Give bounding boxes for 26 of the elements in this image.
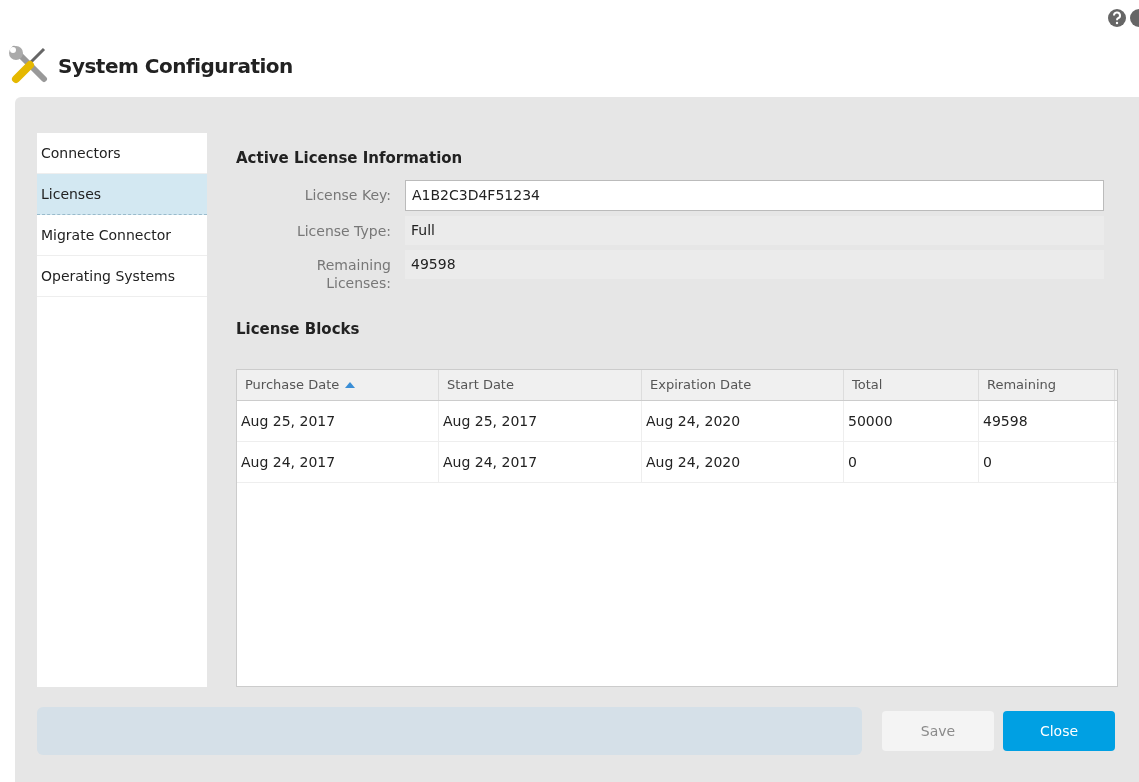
field-value: Full (405, 215, 1104, 245)
section-heading: Active License Information (236, 148, 464, 169)
section-heading: License Blocks (236, 318, 361, 340)
column-header[interactable]: Start Date (439, 370, 642, 400)
table-cell: Aug 25, 2017 (439, 401, 642, 441)
table-cell: 0 (844, 442, 979, 482)
license-key-field[interactable]: A1B2C3D4F51234 (405, 179, 1104, 211)
column-header[interactable]: Total (844, 370, 979, 400)
column-header[interactable]: Purchase Date (237, 370, 439, 400)
field-value: 49598 (405, 249, 1104, 279)
table-cell: 50000 (844, 401, 979, 441)
column-header[interactable]: Remaining (979, 370, 1115, 400)
table-cell: Aug 24, 2017 (237, 442, 439, 482)
table-cell: Aug 24, 2020 (642, 442, 844, 482)
table-cell: 0 (979, 442, 1115, 482)
table-cell: Aug 24, 2017 (439, 442, 642, 482)
field-label: Remaining Licenses: (315, 255, 391, 292)
table-cell: Aug 25, 2017 (237, 401, 439, 441)
help-icon[interactable] (1107, 8, 1127, 28)
page-title: System Configuration (58, 52, 293, 80)
table-cell: Aug 24, 2020 (642, 401, 844, 441)
column-header[interactable]: Expiration Date (642, 370, 844, 400)
field-label: License Key: (303, 185, 391, 204)
table-cell: 49598 (979, 401, 1115, 441)
field-label: License Type: (295, 221, 391, 240)
sidebar-item[interactable]: Licenses (37, 174, 207, 215)
